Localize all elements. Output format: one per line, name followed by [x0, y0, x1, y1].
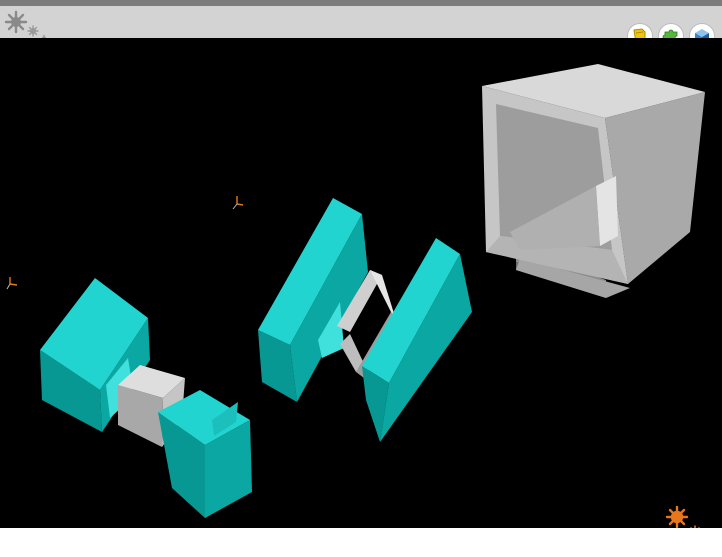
exploded-mold-scene	[6, 64, 705, 518]
mold-part-cavity-block	[158, 390, 252, 518]
page-navigation: 조 종 응	[600, 541, 642, 557]
nav-glyph-1[interactable]: 조	[600, 541, 610, 557]
mold-plate-left	[258, 198, 368, 402]
molded-housing-part	[482, 64, 705, 298]
axis-triad-icon	[232, 196, 244, 210]
3d-viewport[interactable]: 조 종 응	[0, 38, 722, 555]
axis-triad-icon	[6, 277, 18, 290]
mold-plate-right	[362, 238, 472, 442]
footer-bar	[0, 528, 722, 543]
nav-glyph-3[interactable]: 응	[632, 541, 642, 557]
header-bar	[0, 6, 722, 38]
nav-glyph-2[interactable]: 종	[616, 541, 626, 557]
